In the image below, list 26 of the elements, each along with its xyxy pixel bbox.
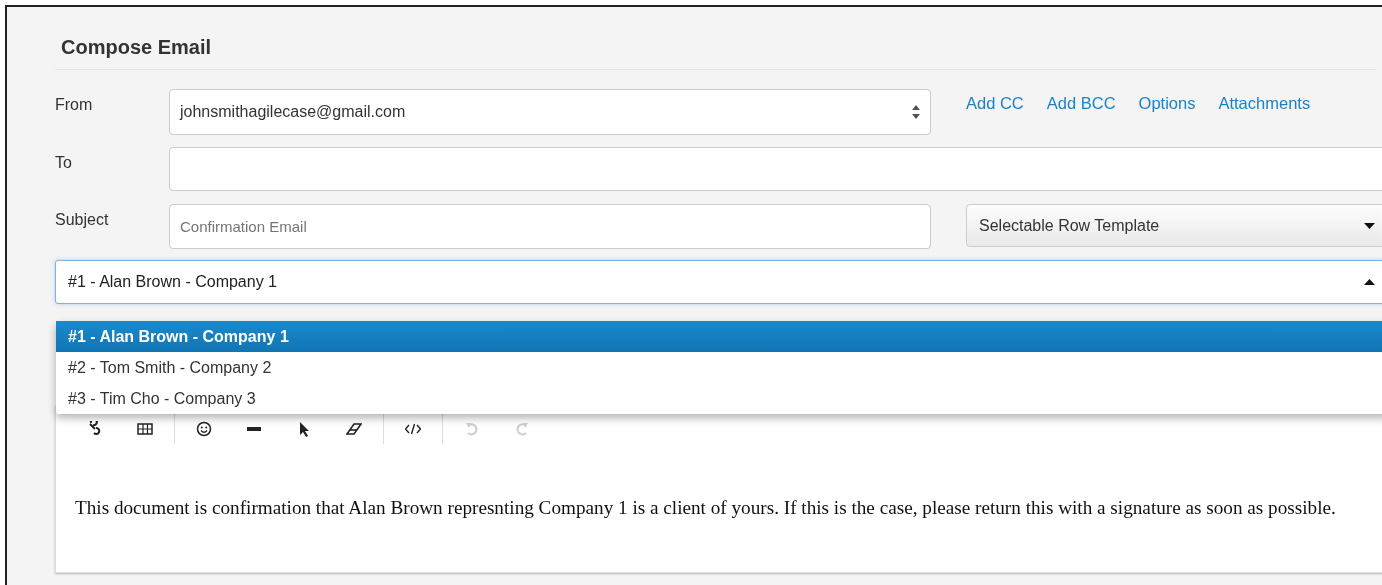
- dropdown-option[interactable]: #3 - Tim Cho - Company 3: [56, 383, 1382, 414]
- subject-field[interactable]: Confirmation Email: [169, 204, 931, 249]
- table-icon: [137, 421, 153, 437]
- field-label: From: [55, 95, 94, 115]
- undo-icon: [464, 421, 480, 437]
- link-icon: [87, 421, 103, 437]
- body-text: This document is confirmation that Alan Brown represnting Company 1 is a client of yours. If this is the case, please return this with a signature as soon as possible.: [74, 496, 1337, 520]
- dropdown-option[interactable]: #2 - Tom Smith - Company 2: [56, 352, 1382, 383]
- header-link[interactable]: Add CC: [966, 91, 1024, 135]
- from-select[interactable]: johnsmithagilecase@gmail.com: [169, 89, 931, 135]
- caret-icon: [1364, 222, 1375, 229]
- to-field[interactable]: [169, 147, 1382, 191]
- field-label: Subject: [55, 210, 110, 230]
- header-link[interactable]: Attachments: [1218, 91, 1311, 135]
- page-title: Compose Email: [55, 7, 1376, 70]
- code-icon: [405, 421, 421, 437]
- header-link[interactable]: Options: [1138, 91, 1196, 135]
- smiley-icon: [196, 421, 212, 437]
- stepper-icon: [912, 105, 920, 119]
- dropdown-option[interactable]: #1 - Alan Brown - Company 1: [56, 321, 1382, 352]
- header-link[interactable]: Add BCC: [1046, 91, 1116, 135]
- eraser-icon: [346, 421, 362, 437]
- redo-icon: [514, 421, 530, 437]
- template-dropdown[interactable]: Selectable Row Template: [966, 204, 1382, 247]
- field-label: To: [55, 153, 73, 173]
- recipient-combobox[interactable]: #1 - Alan Brown - Company 1: [55, 260, 1382, 304]
